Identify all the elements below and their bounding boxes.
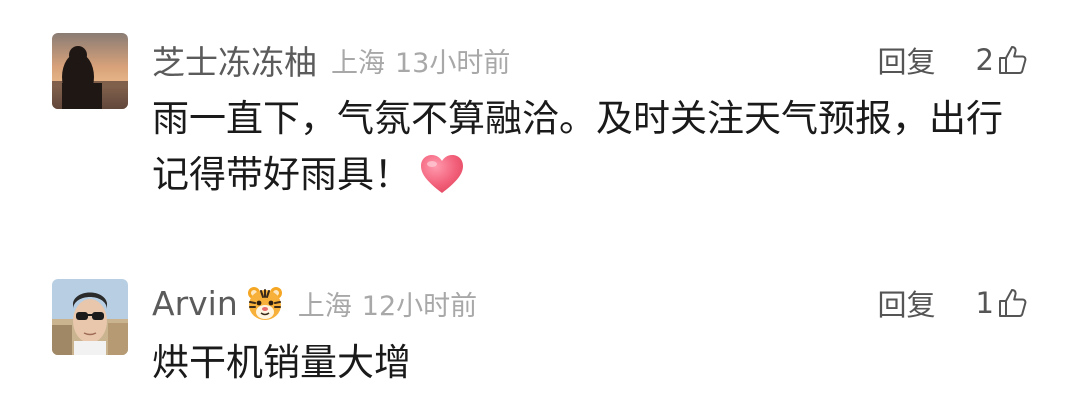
comment-text: 雨一直下，气氛不算融洽。及时关注天气预报，出行 记得带好雨具！ (152, 91, 1032, 203)
comment-meta: 芝士冻冻柚 上海 13小时前 (152, 35, 510, 85)
timestamp: 12小时前 (361, 290, 478, 322)
comment-text: 烘干机销量大增 (152, 335, 1032, 391)
username[interactable]: Arvin (152, 284, 238, 323)
comment-item: Arvin 上海 12小时前 回复 1 烘干机销量大增 (0, 250, 1080, 420)
comment-actions: 回复 1 (878, 278, 1028, 328)
avatar[interactable] (52, 33, 128, 109)
username[interactable]: 芝士冻冻柚 (152, 36, 317, 84)
thumbs-up-icon[interactable] (996, 287, 1028, 319)
comment-item: 芝士冻冻柚 上海 13小时前 回复 2 雨一直下，气氛不算融洽。及时关注天气预报… (0, 0, 1080, 250)
avatar-sunset-image (52, 33, 128, 109)
heart-icon (421, 155, 463, 193)
reply-button[interactable]: 回复 (878, 282, 936, 324)
tiger-face-icon (247, 287, 282, 320)
avatar-portrait-image (52, 279, 128, 355)
comment-list: 芝士冻冻柚 上海 13小时前 回复 2 雨一直下，气氛不算融洽。及时关注天气预报… (0, 0, 1080, 420)
like-count: 2 (975, 43, 994, 77)
comment-text-line: 雨一直下，气氛不算融洽。及时关注天气预报，出行 (152, 97, 1003, 140)
reply-button[interactable]: 回复 (878, 39, 936, 81)
thumbs-up-icon[interactable] (996, 44, 1028, 76)
location-label: 上海 (331, 47, 385, 79)
comment-text-line: 记得带好雨具！ (152, 153, 411, 196)
comment-actions: 回复 2 (878, 35, 1028, 85)
comment-text-line: 烘干机销量大增 (152, 341, 411, 384)
location-label: 上海 (297, 290, 352, 322)
comment-text-line-2: 记得带好雨具！ (152, 147, 1032, 203)
avatar[interactable] (52, 279, 128, 355)
like-count: 1 (975, 286, 994, 320)
timestamp: 13小时前 (395, 47, 511, 79)
comment-meta: Arvin 上海 12小时前 (152, 278, 477, 328)
